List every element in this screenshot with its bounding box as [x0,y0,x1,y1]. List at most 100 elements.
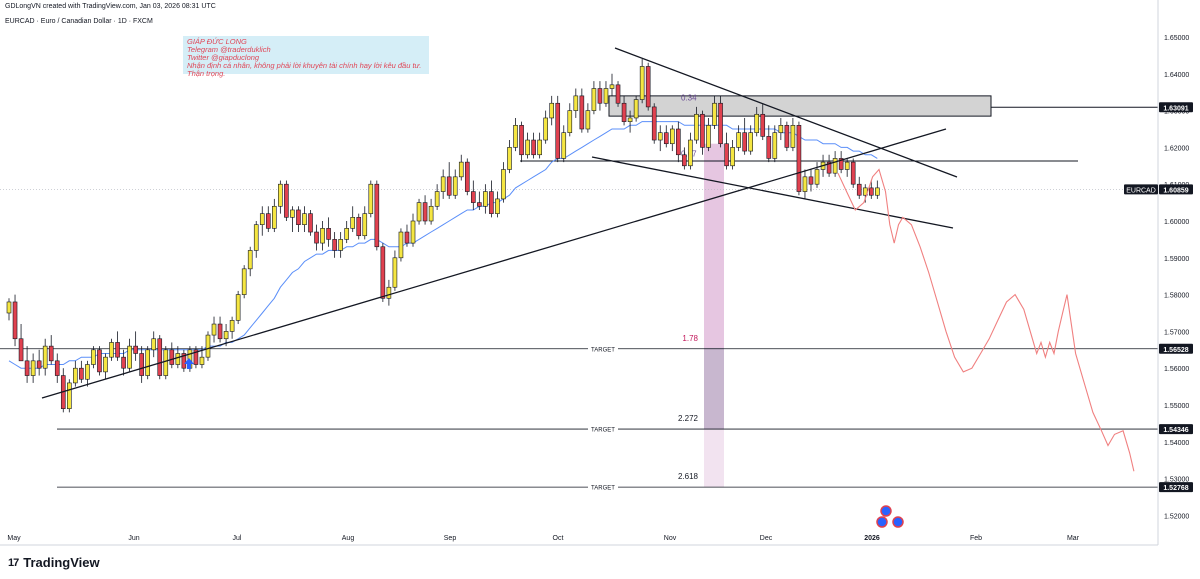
candle [814,162,820,188]
bear-candle-body [868,187,874,196]
candle [808,169,814,192]
bull-candle-body [6,301,12,314]
bull-candle-body [235,294,241,321]
bear-candle-body [784,125,790,148]
candle [609,73,615,96]
candle [85,360,90,387]
candle [531,132,536,159]
candle [362,206,368,240]
resistance-zone [608,95,992,117]
x-tick-label: Oct [553,535,564,542]
bear-candle-body [555,102,561,159]
candle [12,294,18,347]
bear-candle-body [265,213,271,229]
bear-candle-body [808,176,814,185]
bear-candle-body [489,191,494,214]
candle [139,346,144,383]
bull-candle-body [428,205,434,222]
event-marker-icon[interactable] [876,516,888,528]
candle [416,198,422,225]
bull-candle-body [205,334,211,358]
candle [344,221,349,244]
candle [796,121,802,196]
candle [145,346,150,380]
event-marker-icon[interactable] [880,505,892,517]
candle [766,125,772,163]
bull-candle-body [501,169,506,200]
bull-candle-body [103,356,108,373]
candle [832,151,838,177]
bull-candle-body [778,125,784,133]
bear-candle-body [724,143,729,167]
bull-candle-body [832,158,838,174]
bear-candle-body [579,95,585,130]
bear-candle-body [133,345,138,354]
candle [567,103,573,137]
bull-candle-body [416,202,422,222]
bull-candle-body [350,217,356,229]
candle [42,338,48,376]
bear-candle-body [519,125,524,156]
candle [314,224,319,251]
bull-candle-body [543,117,548,141]
bear-candle-body [597,88,603,104]
bull-candle-body [440,176,446,192]
candle [229,316,235,339]
candle [639,59,645,104]
support-trendline [41,128,947,399]
bear-candle-body [404,231,410,244]
candle [428,198,434,225]
candle [597,81,603,111]
candle [151,331,157,358]
candle [507,140,512,174]
candlestick-chart[interactable]: TARGET1.78TARGET2.272TARGET2.6180.340.67… [0,0,1200,579]
candle [115,331,120,361]
bull-candle-body [567,110,573,133]
bull-candle-body [302,213,307,225]
bull-candle-body [712,102,717,126]
bull-candle-body [483,191,488,207]
candle [410,213,416,247]
bull-candle-body [392,257,398,288]
candle [615,81,621,107]
bull-candle-body [573,95,579,111]
price-label: 1.52768 [1163,485,1188,492]
candle [838,151,844,174]
tradingview-logo[interactable]: 17 TradingView [8,555,100,570]
bear-candle-body [700,113,705,148]
candle [422,195,428,225]
event-marker-icon[interactable] [892,516,904,528]
price-label: 1.60859 [1163,187,1188,194]
bull-candle-body [748,132,753,152]
x-tick-label: Mar [1067,535,1080,542]
candle [302,206,307,233]
candle [133,331,138,361]
candle [181,349,187,372]
bear-candle-body [79,367,84,380]
y-tick-label: 1.52000 [1164,513,1189,520]
candle [290,206,295,233]
candle [103,353,108,380]
candle [18,324,24,362]
bull-candle-body [30,360,36,376]
candle [60,368,66,413]
bull-candle-body [368,183,374,214]
candle [452,169,458,199]
candle [91,346,96,369]
bull-candle-body [272,205,277,229]
bull-candle-body [627,117,633,122]
fib-level-label: 0.34 [681,94,697,103]
price-label: 1.54346 [1163,427,1188,434]
bull-candle-body [633,99,639,119]
candle [272,198,277,233]
price-label: 1.63091 [1163,105,1188,112]
candle [718,95,723,148]
bear-candle-body [621,102,627,122]
bear-candle-body [477,202,482,207]
candle [109,338,114,361]
candle [784,121,790,152]
candle [434,184,440,210]
bull-candle-body [561,132,567,159]
bear-candle-body [422,202,428,222]
candle [235,290,241,325]
